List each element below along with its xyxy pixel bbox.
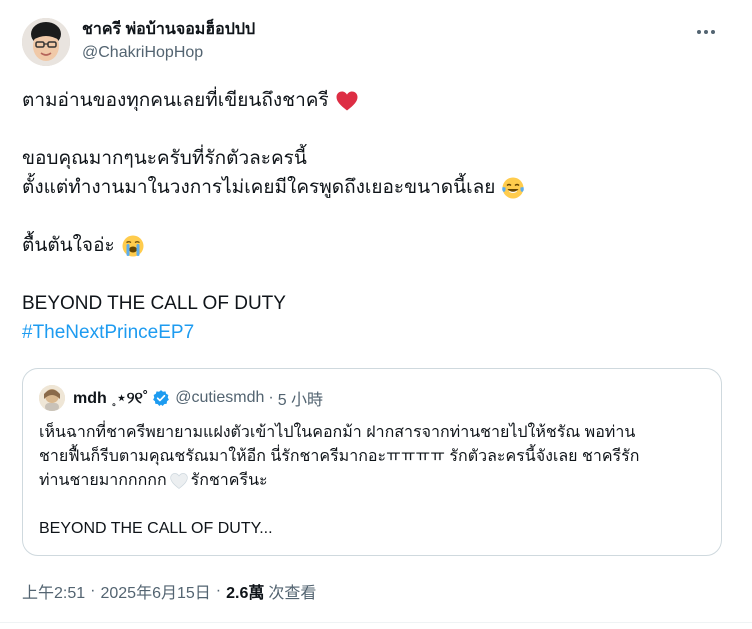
author-avatar[interactable] [22,18,70,66]
more-options-button[interactable] [690,20,722,44]
tweet-header: ชาครี พ่อบ้านจอมฮ็อปปป @ChakriHopHop [22,14,732,70]
quoted-avatar-image [39,385,65,411]
more-dot-icon [704,30,708,34]
quoted-separator: · [268,389,274,406]
quoted-line-text: ท่านชายมากกกกก [39,472,167,489]
quoted-timestamp: 5 小時 [277,392,324,409]
quoted-line: ท่านชายมากกกกก รักชาครีนะ [39,469,711,493]
tweet-line-5: BEYOND THE CALL OF DUTY [22,289,722,318]
tweet-line-text: ตื้นตันใจอ่ะ [22,235,115,256]
meta-separator: · [215,582,222,599]
hashtag-link[interactable]: #TheNextPrinceEP7 [22,318,194,347]
views-count: 2.6萬 [226,585,265,602]
divider [0,622,752,623]
quoted-tweet[interactable]: mdh ˳⋆୨୧˚ @cutiesmdh · 5 小時 เห็นฉากที่ชา… [22,368,722,556]
quoted-line-text: เห็นฉากที่ชาครีพยายามแฝงตัวเข้าไปในคอกม้… [39,424,636,441]
quoted-tweet-text: เห็นฉากที่ชาครีพยายามแฝงตัวเข้าไปในคอกม้… [39,421,711,541]
quoted-display-name: mdh ˳⋆୨୧˚ [73,390,149,407]
tweet-line-2: ขอบคุณมากๆนะครับที่รักตัวละครนี้ [22,144,722,173]
white-heart-icon [169,471,189,491]
quoted-line: เห็นฉากที่ชาครีพยายามแฝงตัวเข้าไปในคอกม้… [39,421,711,445]
author-display-name[interactable]: ชาครี พ่อบ้านจอมฮ็อปปป [82,20,255,40]
quoted-line-text: รักชาครีนะ [190,472,268,489]
tweet: ชาครี พ่อบ้านจอมฮ็อปปป @ChakriHopHop ตาม… [0,0,752,629]
more-dot-icon [697,30,701,34]
tweet-line-6: #TheNextPrinceEP7 [22,318,722,347]
tweet-line-text: BEYOND THE CALL OF DUTY [22,293,286,314]
meta-separator: · [90,582,96,599]
tweet-date[interactable]: 2025年6月15日 [100,579,210,603]
tweet-line-4: ตื้นตันใจอ่ะ [22,231,722,260]
red-heart-icon [335,89,359,113]
tweet-time[interactable]: 上午2:51 [22,579,85,603]
author-handle[interactable]: @ChakriHopHop [82,43,255,63]
tweet-line-text: ขอบคุณมากๆนะครับที่รักตัวละครนี้ [22,148,307,169]
tweet-line-text: ตามอ่านของทุกคนเลยที่เขียนถึงชาครี [22,90,329,111]
quoted-tweet-header: mdh ˳⋆୨୧˚ @cutiesmdh · 5 小時 [39,385,323,411]
quoted-line: ชายฟื้นก็รีบตามคุณชรัณมาให้อีก นี่รักชาค… [39,445,711,469]
quoted-line: BEYOND THE CALL OF DUTY... [39,517,711,541]
tweet-text: ตามอ่านของทุกคนเลยที่เขียนถึงชาครี ขอบคุ… [22,86,722,347]
loudly-crying-face-icon [121,234,145,258]
tweet-metadata: 上午2:51 · 2025年6月15日 · 2.6萬 次查看 [22,580,316,602]
views-label: 次查看 [268,585,317,602]
tweet-line-1: ตามอ่านของทุกคนเลยที่เขียนถึงชาครี [22,86,722,115]
author-info: ชาครี พ่อบ้านจอมฮ็อปปป @ChakriHopHop [82,20,255,63]
quoted-line-text: BEYOND THE CALL OF DUTY... [39,520,273,537]
verified-badge-icon [152,389,170,407]
tweet-line-3: ตั้งแต่ทำงานมาในวงการไม่เคยมีใครพูดถึงเย… [22,173,722,202]
quoted-line-text: ชายฟื้นก็รีบตามคุณชรัณมาให้อีก นี่รักชาค… [39,448,640,465]
tweet-line-text: ตั้งแต่ทำงานมาในวงการไม่เคยมีใครพูดถึงเย… [22,177,496,198]
more-dot-icon [711,30,715,34]
avatar-image [22,18,70,66]
quoted-author-avatar[interactable] [39,385,65,411]
tears-of-joy-icon [501,176,525,200]
quoted-handle: @cutiesmdh [175,389,265,406]
